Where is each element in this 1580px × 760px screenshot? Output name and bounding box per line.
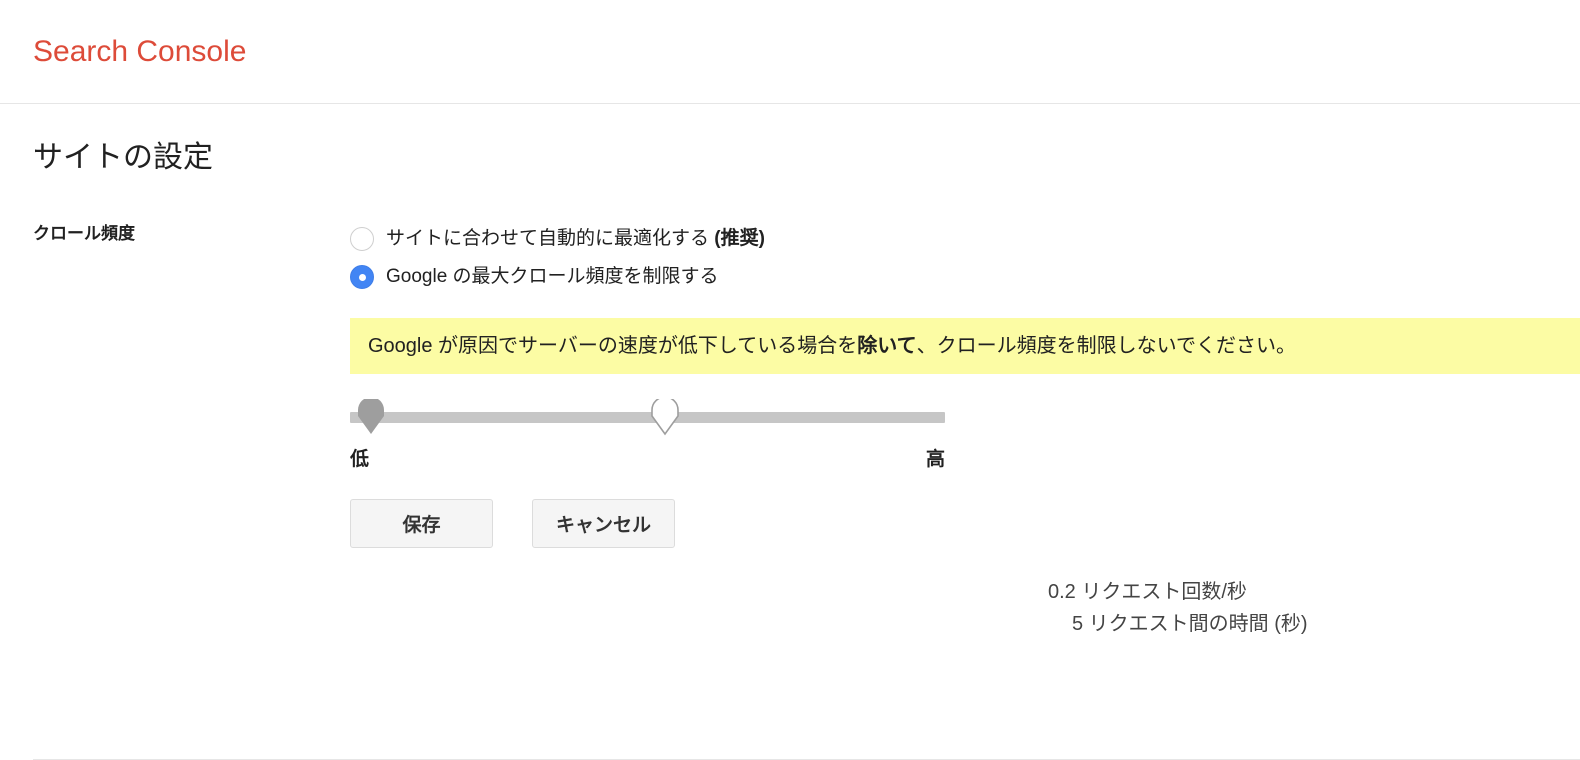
radio-limit-label[interactable]: Google の最大クロール頻度を制限する [386,265,719,289]
slider-low-label: 低 [350,449,370,470]
crawl-rate-warning-text: Google が原因でサーバーの速度が低下している場合を除いて、クロール頻度を制… [368,333,1296,359]
crawl-rate-slider-area: 低 高 [350,399,945,471]
crawl-rate-controls: サイトに合わせて自動的に最適化する (推奨) Google の最大クロール頻度を… [350,220,1580,548]
cancel-button[interactable]: キャンセル [532,499,675,548]
app-title[interactable]: Search Console [33,35,246,69]
radio-auto-label[interactable]: サイトに合わせて自動的に最適化する (推奨) [386,227,765,251]
readout-requests-per-second: 0.2 リクエスト回数/秒 [1048,581,1247,603]
radio-auto-label-recommended: (推奨) [714,228,765,249]
crawl-rate-setting-row: クロール頻度 サイトに合わせて自動的に最適化する (推奨) Google の最大… [33,220,1580,548]
crawl-rate-readout: 0.2 リクエスト回数/秒 5 リクエスト間の時間 (秒) [1048,576,1308,640]
crawl-rate-slider-track[interactable] [350,399,945,436]
slider-high-label: 高 [925,449,945,470]
warning-text-after: 、クロール頻度を制限しないでください。 [916,335,1297,357]
save-button[interactable]: 保存 [350,499,493,548]
radio-auto-label-text: サイトに合わせて自動的に最適化する [386,228,715,249]
slider-min-marker-pin-icon [355,399,387,437]
radio-option-limit[interactable]: Google の最大クロール頻度を制限する [350,258,1580,296]
page-body: サイトの設定 クロール頻度 サイトに合わせて自動的に最適化する (推奨) Goo… [0,104,1580,760]
crawl-rate-warning-banner: Google が原因でサーバーの速度が低下している場合を除いて、クロール頻度を制… [350,318,1580,374]
warning-text-before: Google が原因でサーバーの速度が低下している場合を [368,335,858,357]
page-title: サイトの設定 [33,141,213,174]
slider-end-labels: 低 高 [350,449,945,471]
radio-auto-icon[interactable] [350,227,374,251]
warning-text-emphasis: 除いて [857,335,917,357]
app-header: Search Console [0,0,1580,104]
form-button-bar: 保存 キャンセル [350,499,1580,548]
readout-seconds-between-requests: 5 リクエスト間の時間 (秒) [1072,613,1308,635]
crawl-rate-label: クロール頻度 [33,224,135,243]
radio-option-auto[interactable]: サイトに合わせて自動的に最適化する (推奨) [350,220,1580,258]
radio-limit-icon[interactable] [350,265,374,289]
slider-value-thumb-pin-icon[interactable] [649,399,681,437]
